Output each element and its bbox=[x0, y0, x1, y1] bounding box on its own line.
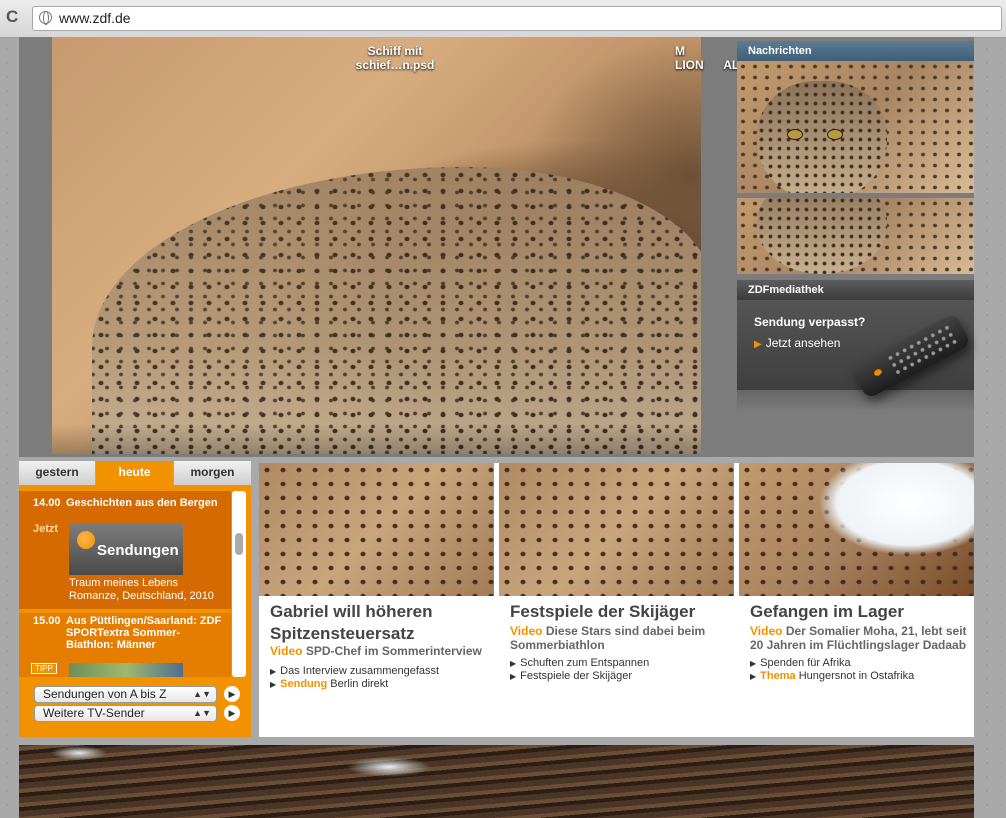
tab-morgen[interactable]: morgen bbox=[174, 461, 251, 485]
tipp-badge: TIPP bbox=[31, 663, 57, 674]
program-thumbnail[interactable]: Sendungen bbox=[69, 523, 183, 575]
zdf-logo-icon bbox=[77, 531, 95, 549]
mediathek-link[interactable]: ▶ Jetzt ansehen bbox=[754, 336, 840, 350]
teaser-image[interactable] bbox=[259, 463, 494, 596]
tab-heute[interactable]: heute bbox=[96, 461, 174, 485]
teaser-link[interactable]: ▶ Thema Hungersnot in Ostafrika bbox=[750, 670, 975, 683]
right-column: Nachrichten ZDFmediathek Sendung verpass… bbox=[737, 41, 974, 410]
select-arrows-icon: ▲▼ bbox=[193, 708, 211, 718]
lynx-body bbox=[92, 167, 701, 454]
scroll-thumb[interactable] bbox=[235, 533, 243, 555]
mediathek-box[interactable]: ZDFmediathek Sendung verpasst? ▶ Jetzt an… bbox=[737, 280, 974, 410]
program-description: Traum meines Lebens Romanze, Deutschland… bbox=[69, 577, 214, 602]
teaser-link[interactable]: ▶ Das Interview zusammengefasst bbox=[270, 665, 495, 678]
address-bar[interactable]: www.zdf.de bbox=[32, 6, 1002, 31]
program-scrollbar[interactable] bbox=[232, 491, 246, 677]
tv-program-box: gestern heute morgen 14.00 Geschichten a… bbox=[19, 461, 251, 737]
program-thumbnail[interactable] bbox=[69, 663, 183, 677]
teaser[interactable]: Gefangen im Lager Video Der Somalier Moh… bbox=[739, 463, 974, 737]
teaser-link[interactable]: ▶ Festspiele der Skijäger bbox=[510, 670, 735, 683]
mediathek-header[interactable]: ZDFmediathek bbox=[737, 280, 974, 300]
select-arrows-icon: ▲▼ bbox=[193, 689, 211, 699]
teaser-title[interactable]: Gefangen im Lager bbox=[750, 601, 975, 623]
teaser-image[interactable] bbox=[499, 463, 734, 596]
teaser-links: ▶ Spenden für Afrika ▶ Thema Hungersnot in… bbox=[750, 657, 975, 683]
program-item[interactable]: 15.00 Aus Püttlingen/Saarland: ZDF SPORT… bbox=[19, 613, 231, 677]
lynx-face bbox=[757, 81, 887, 193]
program-list: 14.00 Geschichten aus den Bergen Jetzt S… bbox=[19, 491, 231, 677]
teaser-subtitle[interactable]: Video Diese Stars sind dabei beim Sommer… bbox=[510, 624, 735, 652]
teaser-title[interactable]: Festspiele der Skijäger bbox=[510, 601, 735, 623]
reload-icon[interactable]: C bbox=[6, 8, 24, 26]
hero-image[interactable] bbox=[52, 37, 701, 454]
program-time: 14.00 bbox=[33, 497, 61, 509]
teaser[interactable]: Gabriel will höheren Spitzensteuersatz V… bbox=[259, 463, 494, 737]
news-image-bottom[interactable] bbox=[737, 198, 974, 274]
thumbnail-label: Sendungen bbox=[97, 542, 179, 559]
teaser-subtitle[interactable]: Video Der Somalier Moha, 21, lebt seit 2… bbox=[750, 624, 975, 652]
arrow-right-icon: ▶ bbox=[754, 339, 762, 350]
teaser-image[interactable] bbox=[739, 463, 974, 596]
lynx-face bbox=[757, 198, 887, 274]
teaser-link[interactable]: ▶ Schuften zum Entspannen bbox=[510, 657, 735, 670]
teaser-title[interactable]: Gabriel will höheren Spitzensteuersatz bbox=[270, 601, 495, 645]
program-time: 15.00 bbox=[33, 615, 61, 627]
day-tabs: gestern heute morgen bbox=[19, 461, 251, 485]
tab-gestern[interactable]: gestern bbox=[19, 461, 96, 485]
news-header[interactable]: Nachrichten bbox=[737, 41, 974, 61]
news-image-top[interactable] bbox=[737, 61, 974, 193]
teaser-row: Gabriel will höheren Spitzensteuersatz V… bbox=[259, 463, 974, 737]
teaser-links: ▶ Das Interview zusammengefasst ▶ Sendung … bbox=[270, 665, 495, 691]
teaser-link[interactable]: ▶ Spenden für Afrika bbox=[750, 657, 975, 670]
browser-toolbar: C www.zdf.de bbox=[0, 0, 1006, 38]
arrow-right-icon: ▶ bbox=[750, 672, 757, 681]
teaser-link[interactable]: ▶ Sendung Berlin direkt bbox=[270, 678, 495, 691]
arrow-right-icon: ▶ bbox=[510, 672, 517, 681]
teaser-subtitle[interactable]: Video SPD-Chef im Sommerinterview bbox=[270, 644, 495, 658]
url-text[interactable]: www.zdf.de bbox=[59, 10, 131, 26]
sendungen-select[interactable]: Sendungen von A bis Z ▲▼ bbox=[34, 686, 217, 703]
go-arrow-icon[interactable]: ▶ bbox=[224, 705, 240, 721]
go-arrow-icon[interactable]: ▶ bbox=[224, 686, 240, 702]
program-title[interactable]: Aus Püttlingen/Saarland: ZDF SPORTextra … bbox=[66, 615, 226, 651]
now-label: Jetzt bbox=[33, 523, 59, 535]
globe-icon bbox=[39, 11, 52, 25]
arrow-right-icon: ▶ bbox=[510, 659, 517, 668]
remote-control-icon bbox=[850, 312, 972, 400]
arrow-right-icon: ▶ bbox=[270, 680, 277, 689]
program-item[interactable]: 14.00 Geschichten aus den Bergen Jetzt S… bbox=[19, 491, 231, 609]
teaser-links: ▶ Schuften zum Entspannen ▶ Festspiele der… bbox=[510, 657, 735, 683]
arrow-right-icon: ▶ bbox=[270, 667, 277, 676]
program-title[interactable]: Geschichten aus den Bergen bbox=[66, 497, 226, 509]
teaser[interactable]: Festspiele der Skijäger Video Diese Star… bbox=[499, 463, 734, 737]
bottom-image[interactable] bbox=[19, 745, 974, 818]
arrow-right-icon: ▶ bbox=[750, 659, 757, 668]
mediathek-title: Sendung verpasst? bbox=[754, 315, 866, 329]
tv-sender-select[interactable]: Weitere TV-Sender ▲▼ bbox=[34, 705, 217, 722]
desktop-file-label: Schiff mit schief…n.psd bbox=[355, 44, 435, 72]
